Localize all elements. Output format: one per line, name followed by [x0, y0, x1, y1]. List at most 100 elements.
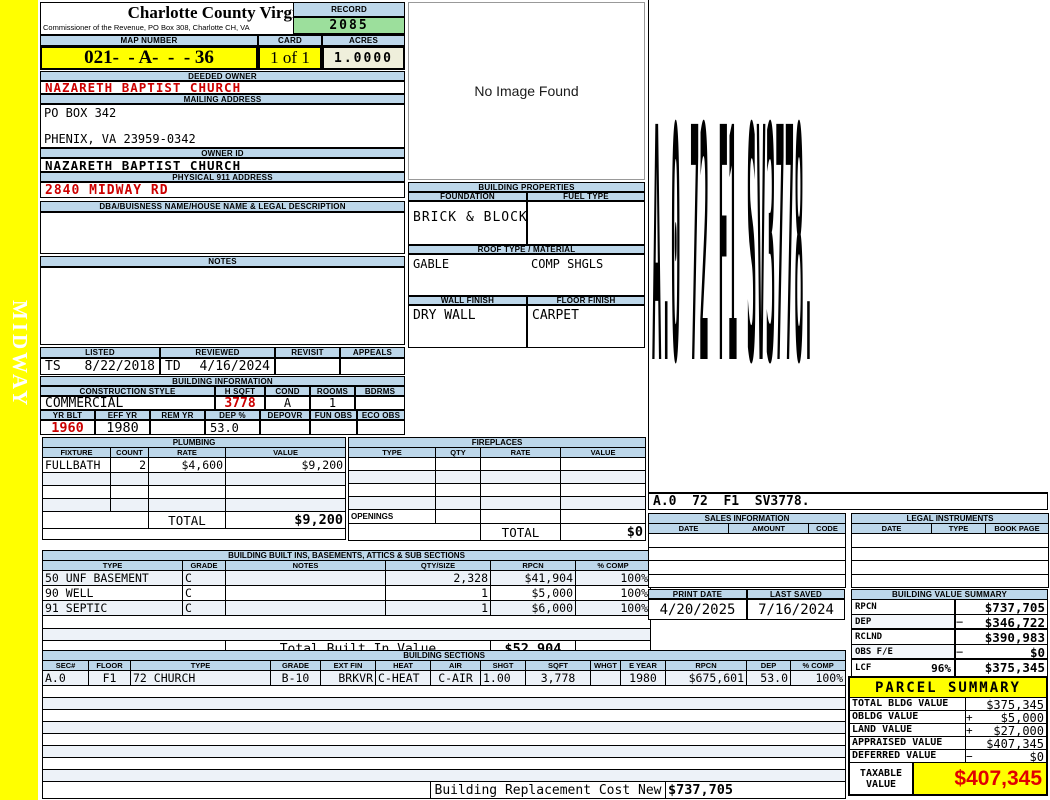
empty-cell	[349, 497, 436, 510]
legal-instruments-table: LEGAL INSTRUMENTS DATE TYPE BOOK PAGE	[851, 513, 1048, 588]
built-ins-table: BUILDING BUILT INS, BASEMENTS, ATTICS & …	[42, 550, 650, 658]
empty-cell	[436, 471, 481, 484]
empty-cell	[852, 561, 1049, 575]
roof-type-value: GABLE	[413, 257, 531, 271]
fun-obs-value	[310, 420, 357, 435]
legal-col-type: TYPE	[932, 524, 986, 534]
rpcn-cell: $675,601	[666, 671, 747, 686]
built-ins-row: 91 SEPTIC C 1 $6,000 100%	[43, 601, 651, 616]
roof-value-box: GABLE COMP SHGLS	[408, 254, 645, 296]
empty-cell	[226, 473, 346, 486]
empty-cell	[561, 471, 646, 484]
plumbing-title: PLUMBING	[43, 438, 346, 448]
sales-col-code: CODE	[809, 524, 846, 534]
construction-style-label: CONSTRUCTION STYLE	[40, 386, 215, 396]
bvs-sign	[956, 600, 972, 614]
fireplaces-col-rate: RATE	[481, 448, 561, 458]
bvs-row-obs: OBS F/E − $0	[852, 645, 1047, 660]
ps-label: TOTAL BLDG VALUE	[850, 698, 966, 710]
physical-address-value: 2840 MIDWAY RD	[40, 182, 405, 198]
built-ins-title: BUILDING BUILT INS, BASEMENTS, ATTICS & …	[43, 551, 651, 561]
empty-cell	[349, 471, 436, 484]
ps-value: $375,345	[980, 698, 1046, 710]
count-cell: 2	[111, 458, 149, 473]
sections-col-comp: % COMP	[791, 661, 846, 671]
acres-value: 1.0000	[322, 46, 405, 70]
ps-row-land: LAND VALUE + $27,000	[850, 724, 1046, 737]
openings-label: OPENINGS	[349, 510, 436, 524]
ps-label: DEFERRED VALUE	[850, 750, 966, 762]
mailing-line-2: PHENIX, VA 23959-0342	[41, 132, 199, 146]
type-cell: 50 UNF BASEMENT	[43, 571, 183, 586]
qty-cell: 1	[386, 601, 491, 616]
foundation-label: FOUNDATION	[408, 192, 527, 201]
sqft-cell: 3,778	[526, 671, 591, 686]
fireplaces-total-value: $0	[561, 524, 646, 541]
built-ins-col-grade: GRADE	[183, 561, 226, 571]
taxable-value: $407,345	[914, 763, 1046, 794]
roof-label: ROOF TYPE / MATERIAL	[408, 245, 645, 254]
sidebar: MIDWAY	[0, 0, 38, 800]
listed-by: TS	[45, 359, 61, 374]
fireplaces-col-type: TYPE	[349, 448, 436, 458]
sales-col-amount: AMOUNT	[729, 524, 809, 534]
ps-label: LAND VALUE	[850, 724, 966, 736]
empty-cell	[561, 458, 646, 471]
sales-information-table: SALES INFORMATION DATE AMOUNT CODE	[648, 513, 845, 588]
grade-cell: C	[183, 601, 226, 616]
empty-cell	[649, 534, 846, 548]
building-properties: BUILDING PROPERTIES FOUNDATION FUEL TYPE…	[408, 182, 645, 348]
empty-cell	[43, 698, 846, 710]
mailing-address-label: MAILING ADDRESS	[40, 94, 405, 104]
fireplaces-total-row: TOTAL $0	[349, 524, 646, 541]
card-value: 1 of 1	[258, 46, 322, 70]
depovr-value	[260, 420, 310, 435]
eff-yr-label: EFF YR	[95, 410, 150, 420]
bvs-value: $737,705	[972, 600, 1047, 614]
qty-cell: 1	[386, 586, 491, 601]
empty-cell	[111, 473, 149, 486]
plumbing-col-rate: RATE	[149, 448, 226, 458]
rcn-value: $737,705	[666, 782, 846, 799]
fireplaces-openings-row: OPENINGS	[349, 510, 646, 524]
plumbing-total-label: TOTAL	[149, 512, 226, 529]
physical-address-label: PHYSICAL 911 ADDRESS	[40, 172, 405, 182]
listed-value: TS 8/22/2018	[40, 358, 160, 375]
notes-cell	[226, 586, 386, 601]
hsqft-value: 3778	[215, 396, 265, 410]
empty-cell	[111, 486, 149, 499]
rem-yr-value	[150, 420, 205, 435]
empty-cell	[43, 512, 149, 529]
empty-cell	[349, 458, 436, 471]
eff-yr-value: 1980	[95, 420, 150, 435]
map-number-label: MAP NUMBER	[40, 35, 258, 46]
comp-cell: 100%	[576, 571, 651, 586]
mailing-line-1: PO BOX 342	[41, 105, 404, 121]
building-section-row: A.0 F1 72 CHURCH B-10 BRKVR C-HEAT C-AIR…	[43, 671, 846, 686]
card-label: CARD	[258, 35, 322, 46]
revisit-value	[275, 358, 340, 375]
yr-blt-label: YR BLT	[40, 410, 95, 420]
revisit-label: REVISIT	[275, 347, 340, 358]
empty-cell	[436, 458, 481, 471]
sketch-panel: A.0 72 F1 SV3778.	[648, 0, 1048, 493]
value-cell: $9,200	[226, 458, 346, 473]
notes-box	[40, 267, 405, 345]
built-ins-row: 90 WELL C 1 $5,000 100%	[43, 586, 651, 601]
bvs-row-lcf: LCF 96% $375,345	[852, 660, 1047, 676]
record-value: 2085	[293, 17, 405, 34]
floor-cell: F1	[89, 671, 131, 686]
ps-sign: +	[966, 711, 980, 723]
bdrms-label: BDRMS	[355, 386, 405, 396]
deeded-owner-value: NAZARETH BAPTIST CHURCH	[40, 81, 405, 94]
plumbing-empty-row	[43, 473, 346, 486]
photo-box: No Image Found	[408, 2, 645, 180]
bvs-sign	[956, 660, 972, 676]
floor-finish-label: FLOOR FINISH	[527, 296, 645, 305]
owner-id-label: OWNER ID	[40, 148, 405, 158]
empty-cell	[649, 574, 846, 588]
sections-col-dep: DEP	[747, 661, 791, 671]
ps-row-appraised: APPRAISED VALUE $407,345	[850, 737, 1046, 750]
sales-col-date: DATE	[649, 524, 729, 534]
parcel-summary-title: PARCEL SUMMARY	[850, 678, 1046, 698]
